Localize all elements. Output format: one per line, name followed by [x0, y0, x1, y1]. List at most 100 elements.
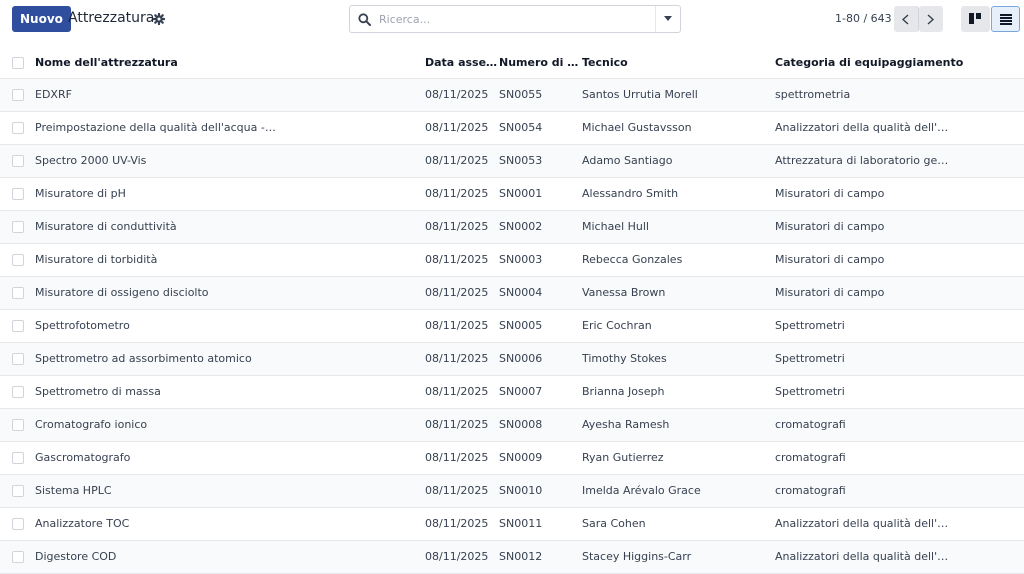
- cell-category: spettrometria: [775, 88, 851, 101]
- cell-name: Misuratore di pH: [35, 187, 126, 200]
- pager-previous-button[interactable]: [894, 6, 919, 32]
- cell-technician: Ayesha Ramesh: [582, 418, 670, 431]
- row-checkbox[interactable]: [12, 551, 24, 563]
- cell-serial: SN0053: [499, 154, 543, 167]
- cell-date: 08/11/2025: [425, 253, 489, 266]
- table-row[interactable]: Spettrometro ad assorbimento atomico 08/1…: [0, 342, 1024, 375]
- table-row[interactable]: Cromatografo ionico 08/11/2025 SN0008 Ayesh…: [0, 408, 1024, 441]
- row-checkbox[interactable]: [12, 221, 24, 233]
- row-checkbox[interactable]: [12, 353, 24, 365]
- search-options-toggle[interactable]: [655, 6, 680, 32]
- row-checkbox[interactable]: [12, 254, 24, 266]
- row-checkbox[interactable]: [12, 89, 24, 101]
- gear-icon[interactable]: [153, 13, 165, 25]
- select-all-checkbox[interactable]: [12, 56, 24, 69]
- kanban-view-button[interactable]: [961, 6, 990, 32]
- cell-category: cromatografi: [775, 484, 846, 497]
- table-row[interactable]: Spettrofotometro 08/11/2025 SN0005 Eric Coc…: [0, 309, 1024, 342]
- table-row[interactable]: EDXRF 08/11/2025 SN0055 Santos Urrutia More…: [0, 78, 1024, 111]
- row-select-cell: [0, 144, 35, 177]
- table-row[interactable]: Analizzatore TOC 08/11/2025 SN0011 Sara Coh…: [0, 507, 1024, 540]
- table-row[interactable]: Sistema HPLC 08/11/2025 SN0010 Imelda Aréva…: [0, 474, 1024, 507]
- cell-date: 08/11/2025: [425, 319, 489, 332]
- page-title: Attrezzatura: [68, 10, 155, 26]
- table-row[interactable]: Misuratore di pH 08/11/2025 SN0001 Alessand…: [0, 177, 1024, 210]
- cell-date: 08/11/2025: [425, 517, 489, 530]
- table-row[interactable]: Gascromatografo 08/11/2025 SN0009 Ryan Guti…: [0, 441, 1024, 474]
- row-checkbox[interactable]: [12, 485, 24, 497]
- cell-technician: Adamo Santiago: [582, 154, 673, 167]
- cell-name: Gascromatografo: [35, 451, 131, 464]
- pager-value[interactable]: 1-80 / 643: [835, 12, 892, 25]
- cell-technician: Rebecca Gonzales: [582, 253, 683, 266]
- row-select-cell: [0, 540, 35, 573]
- table-row[interactable]: Misuratore di ossigeno disciolto 08/11/20…: [0, 276, 1024, 309]
- cell-serial: SN0009: [499, 451, 543, 464]
- cell-technician: Imelda Arévalo Grace: [582, 484, 701, 497]
- cell-name: Misuratore di conduttività: [35, 220, 177, 233]
- cell-serial: SN0054: [499, 121, 543, 134]
- row-checkbox[interactable]: [12, 386, 24, 398]
- cell-name: Misuratore di torbidità: [35, 253, 158, 266]
- column-header-category[interactable]: Categoria di equipaggiamento: [775, 47, 1024, 79]
- column-header-serial[interactable]: Numero di …: [499, 47, 582, 79]
- cell-category: Analizzatori della qualità dell'…: [775, 550, 949, 563]
- cell-date: 08/11/2025: [425, 154, 489, 167]
- row-select-cell: [0, 375, 35, 408]
- cell-serial: SN0011: [499, 517, 543, 530]
- cell-category: cromatografi: [775, 418, 846, 431]
- row-select-cell: [0, 408, 35, 441]
- pager-next-button[interactable]: [919, 6, 943, 32]
- table-row[interactable]: Spectro 2000 UV-Vis 08/11/2025 SN0053 Adamo…: [0, 144, 1024, 177]
- row-checkbox[interactable]: [12, 452, 24, 464]
- cell-name: Analizzatore TOC: [35, 517, 130, 530]
- cell-category: Analizzatori della qualità dell'…: [775, 517, 949, 530]
- new-button[interactable]: Nuovo: [12, 6, 71, 32]
- row-select-cell: [0, 243, 35, 276]
- cell-technician: Timothy Stokes: [582, 352, 667, 365]
- cell-category: Spettrometri: [775, 352, 845, 365]
- row-select-cell: [0, 210, 35, 243]
- cell-serial: SN0008: [499, 418, 543, 431]
- table-row[interactable]: Spettrometro di massa 08/11/2025 SN0007 Bri…: [0, 375, 1024, 408]
- cell-technician: Brianna Joseph: [582, 385, 665, 398]
- cell-serial: SN0003: [499, 253, 543, 266]
- row-checkbox[interactable]: [12, 320, 24, 332]
- cell-serial: SN0006: [499, 352, 543, 365]
- row-checkbox[interactable]: [12, 122, 24, 134]
- cell-name: EDXRF: [35, 88, 72, 101]
- row-checkbox[interactable]: [12, 287, 24, 299]
- row-checkbox[interactable]: [12, 155, 24, 167]
- cell-serial: SN0004: [499, 286, 543, 299]
- cell-serial: SN0012: [499, 550, 543, 563]
- table-row[interactable]: Misuratore di torbidità 08/11/2025 SN0003 R…: [0, 243, 1024, 276]
- row-select-cell: [0, 474, 35, 507]
- cell-serial: SN0002: [499, 220, 543, 233]
- list-view-button[interactable]: [991, 6, 1020, 32]
- table-row[interactable]: Digestore COD 08/11/2025 SN0012 Stacey Higg…: [0, 540, 1024, 573]
- chevron-left-icon: [901, 14, 909, 25]
- table-row[interactable]: Preimpostazione della qualità dell'acqua…: [0, 111, 1024, 144]
- cell-name: Digestore COD: [35, 550, 117, 563]
- cell-date: 08/11/2025: [425, 286, 489, 299]
- row-checkbox[interactable]: [12, 188, 24, 200]
- row-checkbox[interactable]: [12, 518, 24, 530]
- row-checkbox[interactable]: [12, 419, 24, 431]
- cell-name: Spectro 2000 UV-Vis: [35, 154, 147, 167]
- search-input[interactable]: [379, 10, 639, 28]
- cell-serial: SN0005: [499, 319, 543, 332]
- cell-technician: Alessandro Smith: [582, 187, 679, 200]
- list-view-icon: [1000, 14, 1012, 25]
- cell-technician: Michael Gustavsson: [582, 121, 692, 134]
- cell-date: 08/11/2025: [425, 418, 489, 431]
- cell-name: Misuratore di ossigeno disciolto: [35, 286, 209, 299]
- control-panel: Nuovo Attrezzatura 1-80 / 643: [0, 0, 1024, 48]
- row-select-cell: [0, 507, 35, 540]
- column-header-date[interactable]: Data asse…: [425, 47, 499, 79]
- select-all-cell: [0, 47, 35, 79]
- cell-category: Misuratori di campo: [775, 253, 885, 266]
- cell-date: 08/11/2025: [425, 121, 489, 134]
- table-row[interactable]: Misuratore di conduttività 08/11/2025 SN00…: [0, 210, 1024, 243]
- column-header-name[interactable]: Nome dell'attrezzatura: [35, 47, 425, 79]
- column-header-technician[interactable]: Tecnico: [582, 47, 775, 79]
